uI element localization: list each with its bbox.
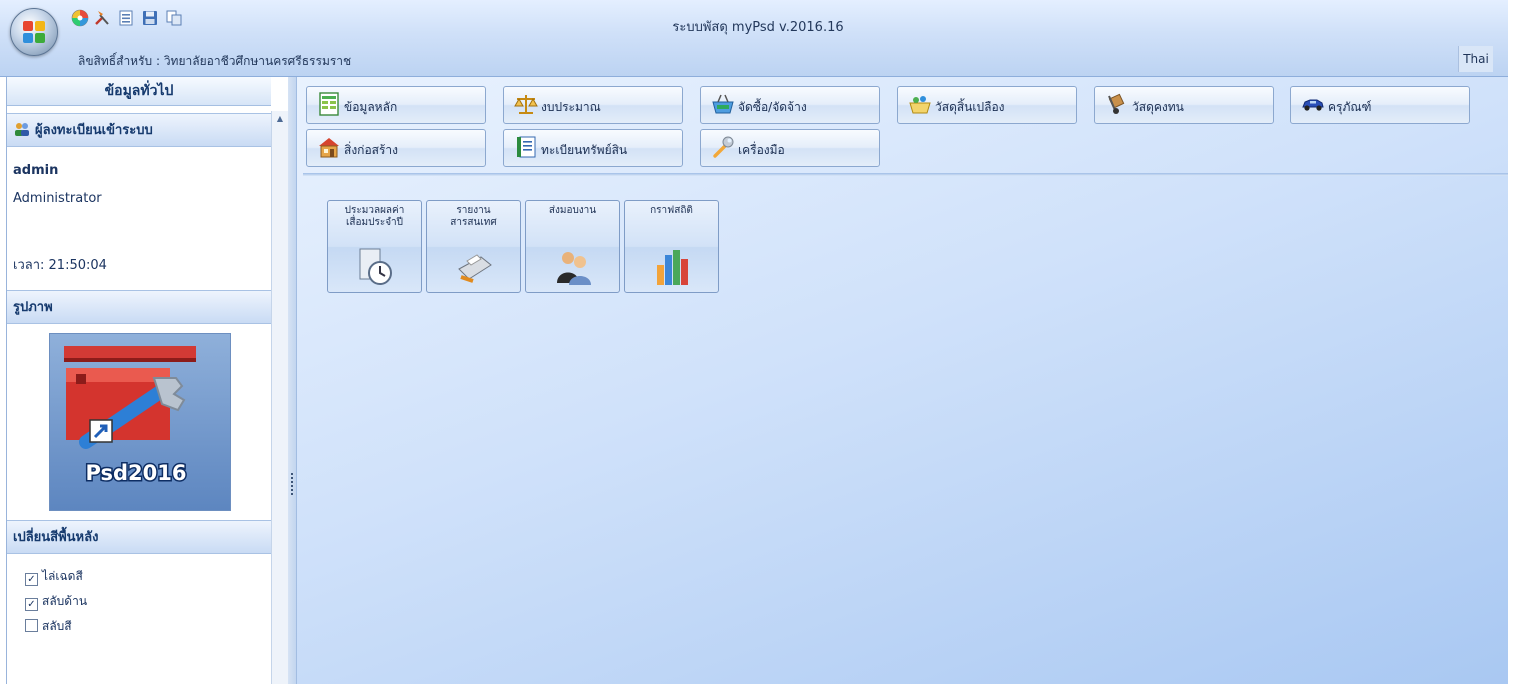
checkbox-swap-color[interactable]: สลับสี <box>25 617 72 636</box>
title-bar: ระบบพัสดุ myPsd v.2016.16 ลิขสิทธิ์สำหรั… <box>0 0 1508 77</box>
window-title: ระบบพัสดุ myPsd v.2016.16 <box>672 20 844 35</box>
tile-reports[interactable]: รายงาน สารสนเทศ <box>426 200 521 293</box>
clock-time: เวลา: 21:50:04 <box>13 258 107 273</box>
left-panel-scrollbar[interactable]: ▲ <box>271 111 289 684</box>
module-label: งบประมาณ <box>541 100 601 114</box>
users-icon <box>557 252 591 285</box>
checkbox-box[interactable]: ✓ <box>25 598 38 611</box>
module-consumables-button[interactable]: วัสดุสิ้นเปลือง <box>897 86 1077 124</box>
basket-icon <box>712 94 734 114</box>
ribbon-divider <box>303 173 1508 176</box>
ledger-icon <box>517 136 536 158</box>
module-label: ทะเบียนทรัพย์สิน <box>541 143 628 157</box>
user-role: Administrator <box>13 191 102 206</box>
tile-label: กราฟสถิติ <box>650 205 693 216</box>
login-section-header[interactable]: ผู้ลงทะเบียนเข้าระบบ <box>7 113 271 147</box>
module-budget-button[interactable]: งบประมาณ <box>503 86 683 124</box>
checkbox-gradient[interactable]: ✓ ไล่เฉดสี <box>25 567 83 586</box>
checkbox-box[interactable]: ✓ <box>25 573 38 586</box>
user-name: admin <box>13 163 59 178</box>
hand-truck-icon <box>1108 93 1125 114</box>
checkbox-label: ไล่เฉดสี <box>42 569 83 583</box>
window-right-edge <box>1508 0 1516 684</box>
checkbox-box[interactable] <box>25 619 38 632</box>
background-section-header[interactable]: เปลี่ยนสีพื้นหลัง <box>7 520 271 554</box>
module-label: ครุภัณฑ์ <box>1328 100 1372 114</box>
picture-section-header[interactable]: รูปภาพ <box>7 290 271 324</box>
printer-icon <box>458 254 492 283</box>
bar-chart-icon <box>657 250 688 285</box>
module-equipment-button[interactable]: ครุภัณฑ์ <box>1290 86 1470 124</box>
module-master-data-button[interactable]: ข้อมูลหลัก <box>306 86 486 124</box>
module-label: ข้อมูลหลัก <box>344 100 398 114</box>
module-label: จัดซื้อ/จัดจ้าง <box>738 100 807 114</box>
checkbox-label: สลับสี <box>42 619 72 633</box>
left-panel: ข้อมูลทั่วไป ผู้ลงทะเบียนเข้าระบบ admin … <box>6 77 271 684</box>
module-asset-register-button[interactable]: ทะเบียนทรัพย์สิน <box>503 129 683 167</box>
module-label: วัสดุคงทน <box>1132 100 1184 114</box>
checkbox-swap-side[interactable]: ✓ สลับด้าน <box>25 592 87 611</box>
picture-section-label: รูปภาพ <box>13 300 53 315</box>
module-label: วัสดุสิ้นเปลือง <box>935 100 1005 114</box>
car-icon <box>1302 99 1324 111</box>
tile-label: ส่งมอบงาน <box>548 205 597 216</box>
scales-icon <box>514 95 538 114</box>
shortcut-label: Psd2016 <box>85 461 186 485</box>
main-area: ข้อมูลหลัก งบประมาณ จัดซื้อ/จัดจ้าง วัสด… <box>297 77 1508 684</box>
tile-depreciation[interactable]: ประมวลผลค่า เสื่อมประจำปี <box>327 200 422 293</box>
scroll-up-arrow-icon[interactable]: ▲ <box>272 111 288 127</box>
module-label: สิ่งก่อสร้าง <box>344 143 399 157</box>
login-section-label: ผู้ลงทะเบียนเข้าระบบ <box>35 123 153 138</box>
tile-statistics-chart[interactable]: กราฟสถิติ <box>624 200 719 293</box>
shortcut-image[interactable]: Psd2016 <box>49 333 231 511</box>
wrench-icon <box>713 136 734 158</box>
language-selector[interactable]: Thai <box>1458 46 1493 72</box>
license-text: ลิขสิทธิ์สำหรับ : วิทยาลัยอาชีวศึกษานครศ… <box>78 54 352 68</box>
supplies-basket-icon <box>909 96 931 114</box>
clock-document-icon <box>359 248 392 285</box>
users-icon <box>15 123 29 136</box>
splitter-grip-icon[interactable] <box>291 473 293 497</box>
panel-splitter[interactable] <box>288 77 297 684</box>
module-tools-button[interactable]: เครื่องมือ <box>700 129 880 167</box>
checkbox-label: สลับด้าน <box>42 594 88 608</box>
module-label: เครื่องมือ <box>738 143 785 157</box>
background-section-label: เปลี่ยนสีพื้นหลัง <box>13 530 99 545</box>
tile-handover[interactable]: ส่งมอบงาน <box>525 200 620 293</box>
building-icon <box>319 138 339 158</box>
tile-label: รายงาน สารสนเทศ <box>450 205 497 228</box>
toolbox-wrench-icon: Psd2016 <box>64 346 196 487</box>
tile-label: ประมวลผลค่า เสื่อมประจำปี <box>344 205 405 228</box>
left-panel-title: ข้อมูลทั่วไป <box>7 77 271 106</box>
module-durable-supplies-button[interactable]: วัสดุคงทน <box>1094 86 1274 124</box>
spreadsheet-icon <box>319 92 339 116</box>
module-construction-button[interactable]: สิ่งก่อสร้าง <box>306 129 486 167</box>
module-procurement-button[interactable]: จัดซื้อ/จัดจ้าง <box>700 86 880 124</box>
